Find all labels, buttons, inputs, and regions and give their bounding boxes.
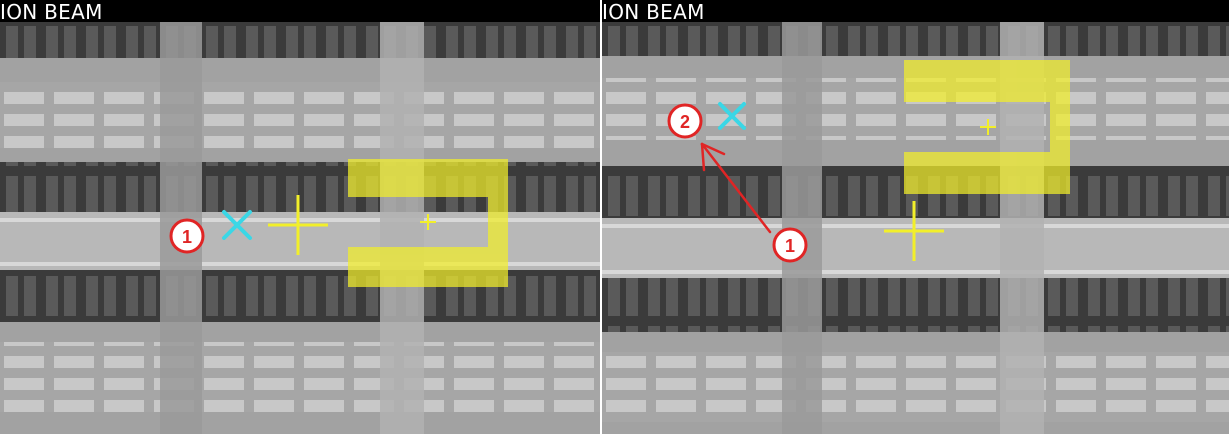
ion-beam-panel-right: ION BEAM 2 1 <box>602 0 1229 434</box>
sem-image: 2 1 <box>602 22 1229 434</box>
svg-text:1: 1 <box>785 236 795 256</box>
panel-title: ION BEAM <box>0 0 600 24</box>
svg-text:2: 2 <box>680 112 690 132</box>
marker-2: 2 <box>667 103 703 139</box>
sem-image: 1 <box>0 22 600 434</box>
marker-1: 1 <box>772 227 808 263</box>
panel-title: ION BEAM <box>602 0 1229 24</box>
ion-beam-panel-left: ION BEAM 1 <box>0 0 600 434</box>
svg-text:1: 1 <box>182 227 192 247</box>
marker-1: 1 <box>169 218 205 254</box>
